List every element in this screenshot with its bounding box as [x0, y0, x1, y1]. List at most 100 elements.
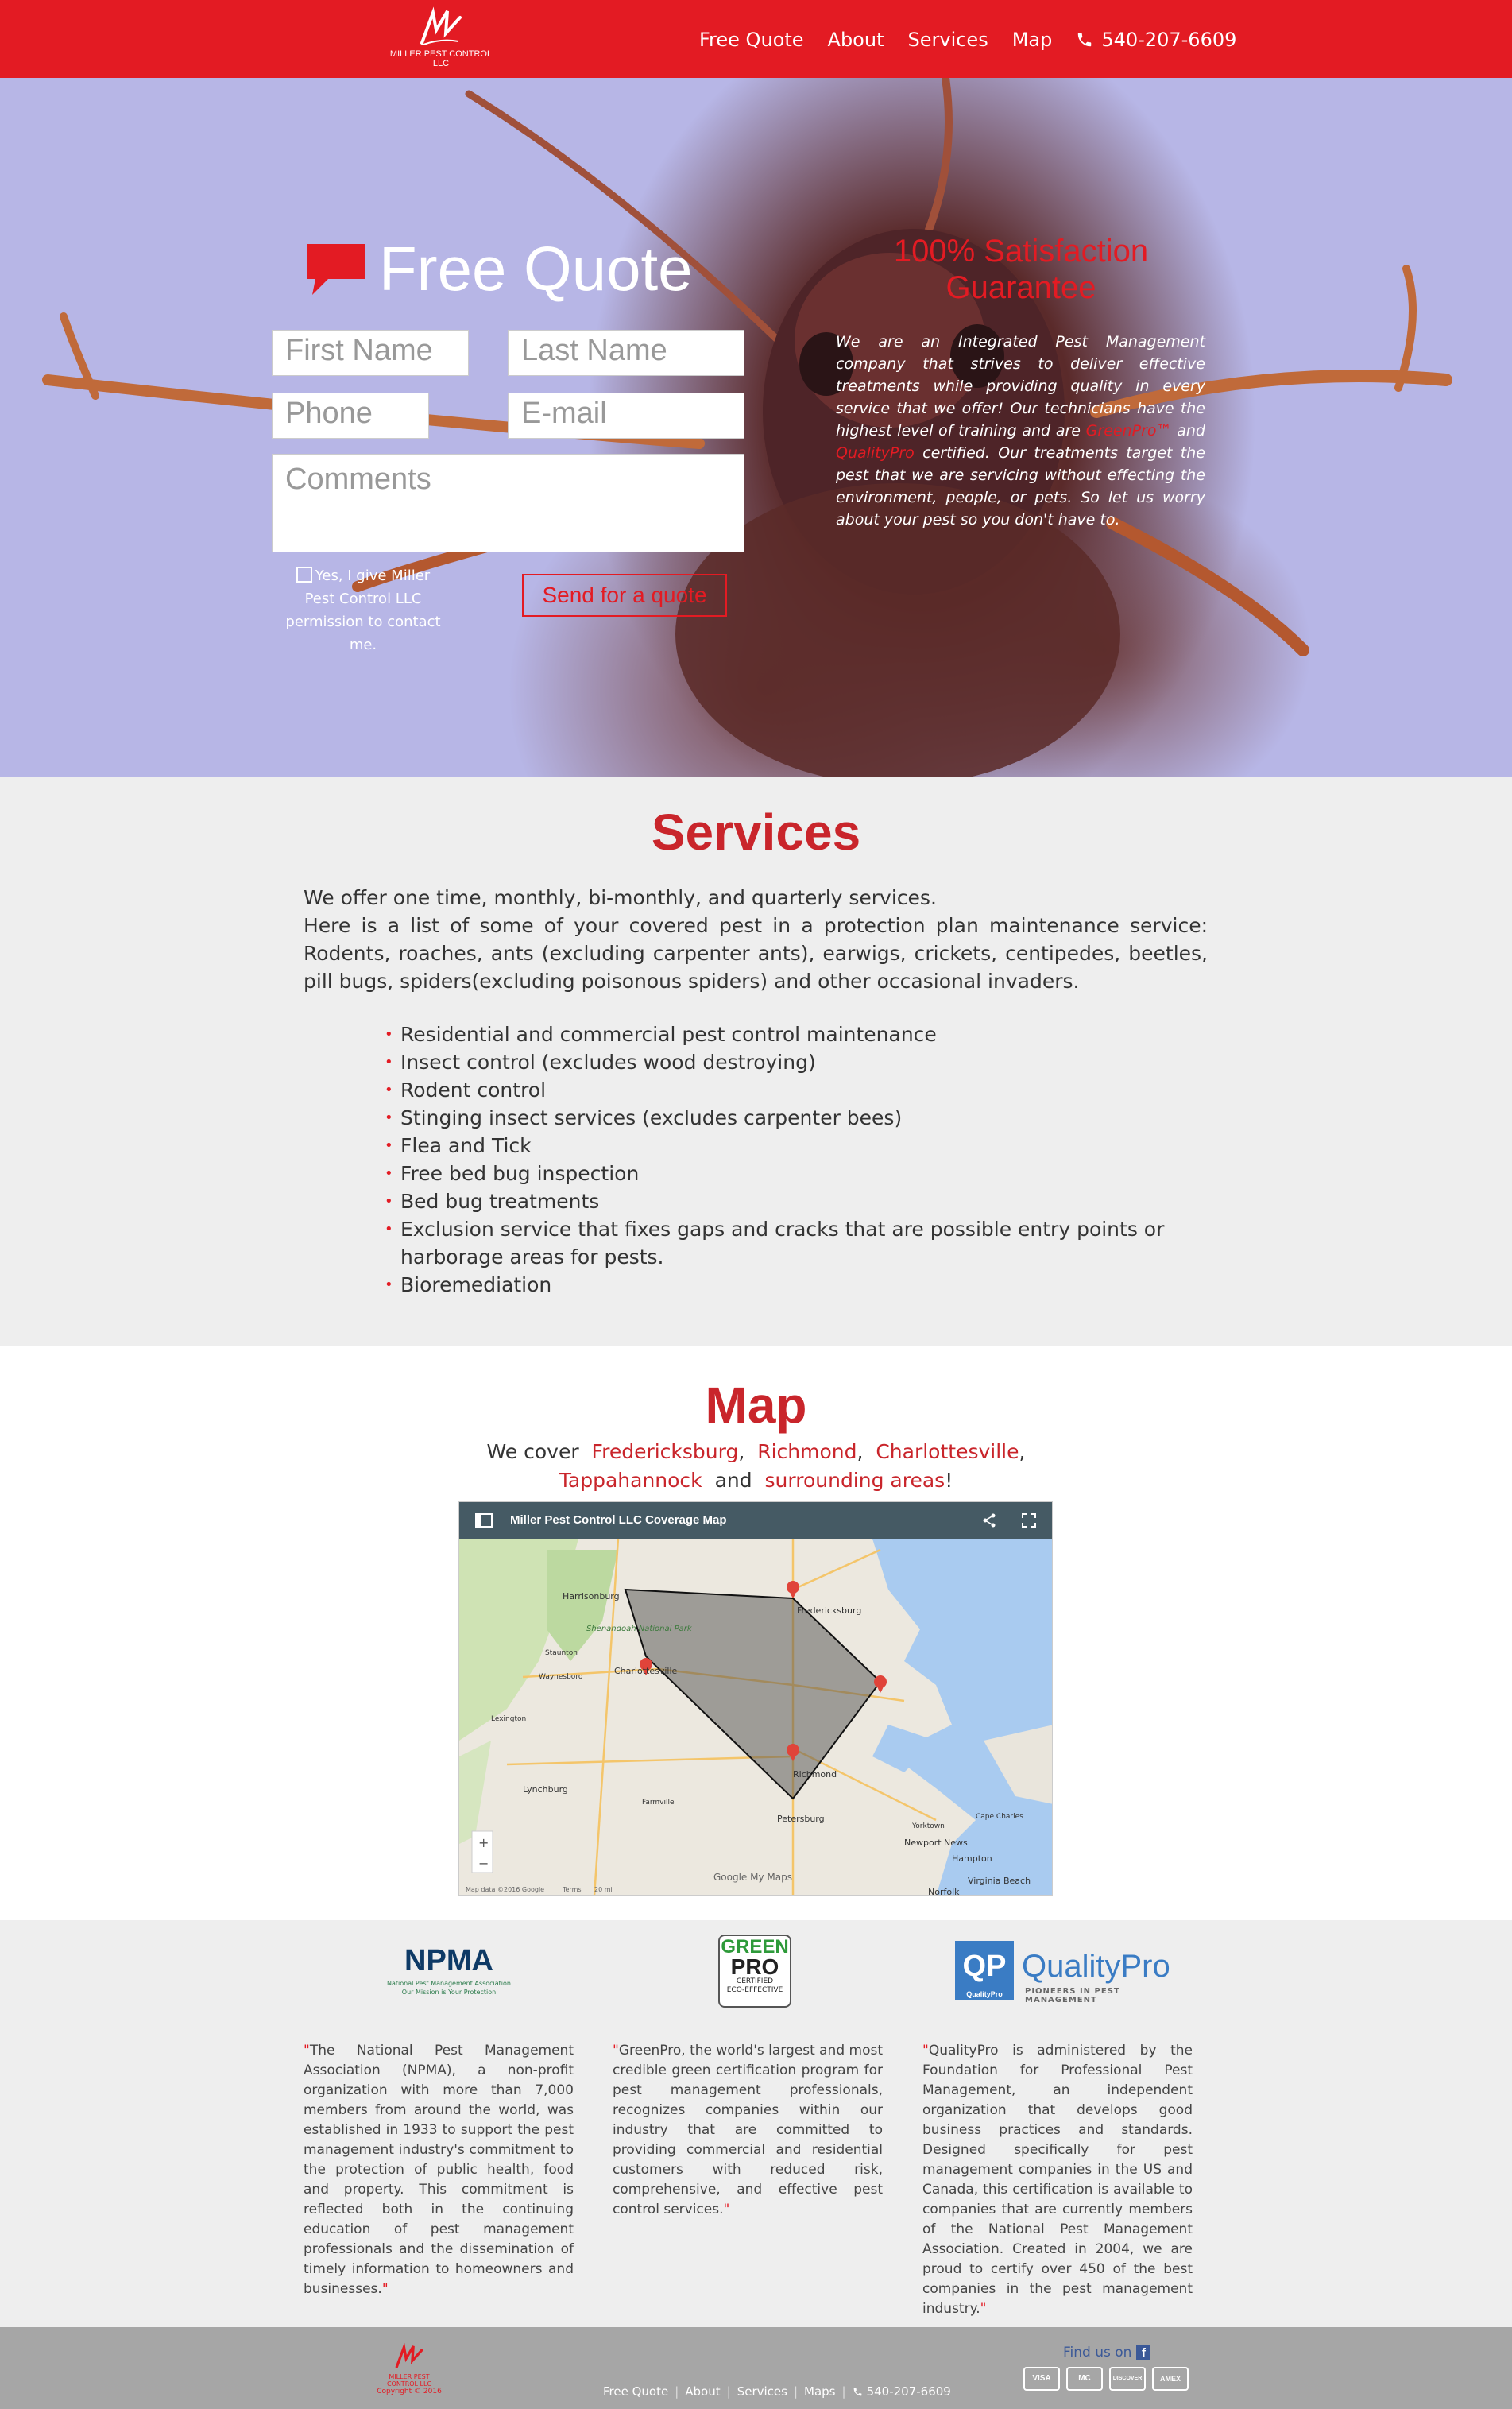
npma-logo-text: NPMA	[404, 1944, 493, 1977]
associations-section: NPMA National Pest Management Associatio…	[0, 1920, 1512, 2327]
amex-card-icon: AMEX	[1152, 2367, 1189, 2391]
link-fredericksburg[interactable]: Fredericksburg	[592, 1440, 739, 1463]
list-item: Residential and commercial pest control …	[385, 1021, 1208, 1048]
speech-bubble-icon	[307, 243, 365, 295]
nav-phone[interactable]: 540-207-6609	[1076, 29, 1236, 51]
zoom-in-button[interactable]: +	[478, 1835, 489, 1850]
map-label: Norfolk	[928, 1887, 960, 1896]
footer-logo-text: MILLER PEST CONTROL LLC	[386, 2373, 432, 2388]
nav-services[interactable]: Services	[908, 29, 988, 51]
facebook-icon[interactable]: f	[1136, 2345, 1151, 2360]
npma-logo-sub: National Pest Management Association	[387, 1980, 511, 1987]
greenpro-link[interactable]: GreenPro™	[1086, 422, 1172, 440]
qualitypro-description: "QualityPro is administered by the Found…	[922, 2043, 1193, 2317]
nav-about[interactable]: About	[828, 29, 884, 51]
zoom-out-button[interactable]: −	[478, 1856, 489, 1871]
first-name-field[interactable]: First Name	[272, 330, 469, 376]
footer-phone-icon	[853, 2388, 861, 2395]
greenpro-description: "GreenPro, the world's largest and most …	[613, 2043, 884, 2217]
footer-logo-m-icon	[395, 2342, 423, 2368]
send-quote-button[interactable]: Send for a quote	[522, 574, 727, 617]
fullscreen-icon[interactable]	[1022, 1513, 1036, 1528]
find-us-label: Find us on	[1063, 2345, 1132, 2361]
top-nav: MILLER PEST CONTROL LLC Free Quote About…	[0, 0, 1512, 78]
map-label: Lexington	[491, 1715, 526, 1723]
map-label: Fredericksburg	[797, 1605, 861, 1616]
email-field[interactable]: E-mail	[508, 393, 744, 439]
map-terms-link[interactable]: Terms	[562, 1886, 582, 1893]
map-label: Staunton	[545, 1649, 578, 1657]
footer-link-about[interactable]: About	[685, 2384, 720, 2399]
npma-logo[interactable]: NPMA National Pest Management Associatio…	[381, 1944, 516, 2008]
services-intro: We offer one time, monthly, bi-monthly, …	[304, 884, 1208, 995]
greenpro-logo-eco: ECO-EFFECTIVE	[726, 1986, 783, 1994]
map-label: Richmond	[793, 1769, 837, 1780]
map-zoom-controls[interactable]: + −	[471, 1830, 493, 1873]
qualitypro-logo-name: QualityPro	[1022, 1949, 1170, 1984]
comments-field[interactable]: Comments	[272, 454, 744, 552]
map-section: Map We cover Fredericksburg, Richmond, C…	[0, 1346, 1512, 1920]
footer-link-services[interactable]: Services	[737, 2384, 787, 2399]
map-attribution: Map data ©2016 Google	[466, 1886, 544, 1893]
greenpro-logo-pro: PRO	[730, 1954, 779, 1979]
phone-icon	[1078, 33, 1092, 47]
map-scale: 20 mi	[594, 1886, 613, 1893]
list-item: Free bed bug inspection	[385, 1160, 1208, 1187]
link-tappahannock[interactable]: Tappahannock	[559, 1469, 702, 1492]
qualitypro-logo[interactable]: QP QualityPro QualityPro PIONEERS IN PEST…	[955, 1941, 1193, 2004]
nav-phone-number: 540-207-6609	[1101, 29, 1237, 51]
services-section: Services We offer one time, monthly, bi-…	[0, 777, 1512, 1346]
map-label: Cape Charles	[976, 1813, 1023, 1821]
footer-logo[interactable]: MILLER PEST CONTROL LLC Copyright © 2016	[373, 2342, 445, 2395]
map-label: Farmville	[642, 1799, 675, 1807]
map-label: Charlottesville	[614, 1666, 678, 1676]
visa-card-icon: VISA	[1023, 2367, 1060, 2391]
list-item: Rodent control	[385, 1076, 1208, 1104]
map-label: Shenandoah National Park	[586, 1625, 693, 1633]
nav-map[interactable]: Map	[1012, 29, 1053, 51]
services-intro-line-2: Here is a list of some of your covered p…	[304, 914, 1208, 993]
list-item: Bed bug treatments	[385, 1187, 1208, 1215]
link-richmond[interactable]: Richmond	[757, 1440, 857, 1463]
map-label: Petersburg	[777, 1814, 825, 1824]
footer-copyright: Copyright © 2016	[377, 2388, 442, 2395]
site-logo[interactable]: MILLER PEST CONTROL LLC	[389, 6, 493, 73]
logo-text: MILLER PEST CONTROL LLC	[389, 49, 493, 68]
map-title-bar: Miller Pest Control LLC Coverage Map	[459, 1502, 1052, 1539]
list-item: Insect control (excludes wood destroying…	[385, 1048, 1208, 1076]
greenpro-logo[interactable]: GREEN PRO CERTIFIED ECO-EFFECTIVE	[718, 1935, 791, 2008]
map-sidebar-toggle-icon[interactable]	[475, 1513, 493, 1528]
coverage-text: We cover Fredericksburg, Richmond, Charl…	[486, 1440, 1026, 1492]
npma-description: "The National Pest Management Associatio…	[304, 2043, 574, 2297]
footer-link-maps[interactable]: Maps	[804, 2384, 835, 2399]
footer: MILLER PEST CONTROL LLC Copyright © 2016…	[0, 2327, 1512, 2409]
services-intro-line-1: We offer one time, monthly, bi-monthly, …	[304, 886, 937, 909]
footer-links: Free Quote | About | Services | Maps | 540-2…	[603, 2384, 951, 2399]
phone-field[interactable]: Phone	[272, 393, 429, 439]
hero-quote-section: Free Quote First Name Last Name Phone E-…	[0, 78, 1512, 777]
qualitypro-logo-tagline: PIONEERS IN PEST MANAGEMENT	[1025, 1987, 1120, 2004]
share-icon[interactable]	[982, 1513, 996, 1528]
link-charlottesville[interactable]: Charlottesville	[876, 1440, 1019, 1463]
discover-card-icon: DISCOVER	[1109, 2367, 1146, 2391]
map-label: Waynesboro	[539, 1673, 583, 1681]
find-us-facebook[interactable]: Find us on f	[1063, 2345, 1151, 2361]
coverage-map-embed[interactable]: Harrisonburg Fredericksburg Charlottesvi…	[458, 1501, 1053, 1896]
map-embed-title: Miller Pest Control LLC Coverage Map	[510, 1513, 727, 1527]
logo-m-icon	[420, 6, 462, 45]
list-item: Exclusion service that fixes gaps and cr…	[385, 1215, 1208, 1271]
link-surrounding-areas[interactable]: surrounding areas	[765, 1469, 945, 1492]
consent-checkbox[interactable]	[296, 567, 312, 583]
footer-link-free-quote[interactable]: Free Quote	[603, 2384, 668, 2399]
last-name-field[interactable]: Last Name	[508, 330, 744, 376]
nav-free-quote[interactable]: Free Quote	[699, 29, 804, 51]
coverage-map[interactable]: Harrisonburg Fredericksburg Charlottesvi…	[459, 1502, 1053, 1896]
guarantee-title: 100% Satisfaction Guarantee	[893, 234, 1149, 305]
cockroach-background-image	[42, 78, 1452, 777]
list-item: Bioremediation	[385, 1271, 1208, 1299]
list-item: Stinging insect services (excludes carpe…	[385, 1104, 1208, 1132]
map-label: Harrisonburg	[563, 1591, 620, 1601]
qualitypro-link[interactable]: QualityPro	[836, 444, 915, 462]
payment-cards: VISA MC DISCOVER AMEX	[1023, 2367, 1195, 2391]
footer-phone[interactable]: 540-207-6609	[867, 2384, 951, 2399]
